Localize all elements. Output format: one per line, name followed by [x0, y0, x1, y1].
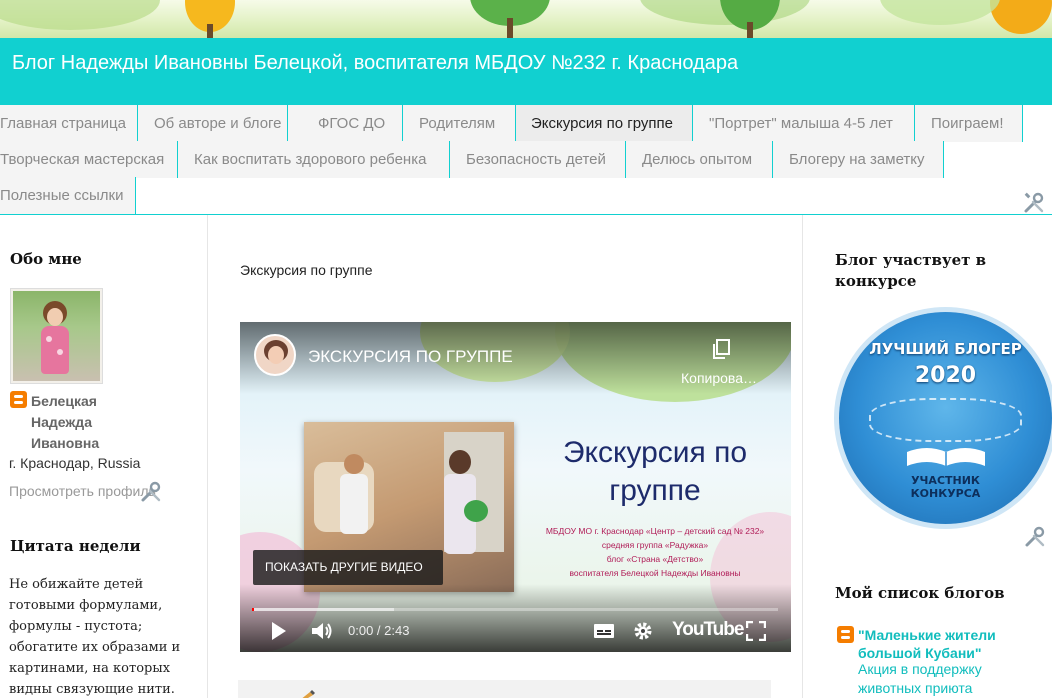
tab-group-tour[interactable]: Экскурсия по группе [516, 105, 693, 142]
author-name-link[interactable]: Белецкая Надежда Ивановна [31, 391, 127, 454]
tab-useful-links[interactable]: Полезные ссылки [0, 177, 136, 214]
blog-title[interactable]: Блог Надежды Ивановны Белецкой, воспитат… [12, 52, 738, 75]
edit-profile-icon[interactable] [140, 481, 162, 503]
progress-played [252, 608, 254, 611]
copy-link-label[interactable]: Копирова… [681, 370, 757, 386]
copy-icon[interactable] [710, 338, 732, 360]
blogger-icon [837, 626, 854, 643]
play-icon[interactable] [270, 621, 288, 641]
volume-icon[interactable] [311, 621, 335, 641]
edit-pages-icon[interactable] [1023, 192, 1045, 214]
caption-line2: средняя группа «Радужка» [601, 540, 709, 550]
quote-heading: Цитата недели [10, 537, 141, 555]
subtitles-icon[interactable] [593, 623, 615, 639]
tab-home[interactable]: Главная страница [0, 105, 138, 142]
pencil-icon [298, 686, 318, 698]
tab-parents[interactable]: Родителям [403, 105, 516, 142]
tab-sharing-experience[interactable]: Делюсь опытом [626, 141, 773, 178]
badge-bottom-line2: КОНКУРСА [910, 487, 981, 500]
caption-line1: МБДОУ МО г. Краснодар «Центр – детский с… [545, 526, 765, 536]
tab-about-author[interactable]: Об авторе и блоге [138, 105, 288, 142]
progress-bar[interactable] [252, 608, 778, 611]
video-overlay-caption: МБДОУ МО г. Краснодар «Центр – детский с… [520, 524, 790, 580]
tab-fgos[interactable]: ФГОС ДО [288, 105, 403, 142]
youtube-video-player[interactable]: ЭКСКУРСИЯ ПО ГРУППЕ Копирова… Экскурсия … [240, 322, 791, 652]
page-tabs-nav: Главная страница Об авторе и блоге ФГОС … [0, 105, 1052, 215]
profile-photo [13, 291, 100, 381]
view-profile-link[interactable]: Просмотреть профиль [9, 483, 156, 499]
left-sidebar: Обо мне Белецкая Надежда Ивановна г. Кра… [0, 215, 208, 698]
bloglist-item-title[interactable]: "Маленькие жители большой Кубани" [858, 626, 1043, 662]
gear-icon[interactable] [633, 621, 653, 641]
post-area: Экскурсия по группе ЭКСКУРСИЯ ПО ГРУППЕ … [222, 248, 802, 698]
caption-line3: блог «Страна «Детство» [606, 554, 704, 564]
overlay-heading-line1: Экскурсия по [562, 436, 748, 469]
open-book-icon [903, 442, 989, 470]
contest-badge-image[interactable]: ЛУЧШИЙ БЛОГЕР 2020 УЧАСТНИК КОНКУРСА [839, 312, 1052, 524]
header-banner-image [0, 0, 1052, 40]
video-controls [240, 584, 791, 652]
badge-bottom-text: УЧАСТНИК КОНКУРСА [839, 474, 1052, 500]
about-me-heading: Обо мне [10, 250, 82, 268]
progress-buffered [252, 608, 394, 611]
quote-text: Не обижайте детей готовыми формулами, фо… [9, 577, 181, 697]
right-sidebar: Блог участвует в конкурсе ЛУЧШИЙ БЛОГЕР … [802, 215, 1052, 698]
edit-contest-widget-icon[interactable] [1024, 526, 1046, 548]
author-location: г. Краснодар, Russia [9, 455, 141, 471]
tab-child-portrait[interactable]: "Портрет" малыша 4-5 лет [693, 105, 915, 142]
more-videos-button[interactable]: ПОКАЗАТЬ ДРУГИЕ ВИДЕО [253, 550, 443, 585]
tab-creative-workshop[interactable]: Творческая мастерская [0, 141, 178, 178]
video-time: 0:00 / 2:43 [348, 623, 410, 638]
tab-blogger-notes[interactable]: Блогеру на заметку [773, 141, 944, 178]
badge-top-text: ЛУЧШИЙ БЛОГЕР [869, 340, 1022, 358]
tab-lets-play[interactable]: Поиграем! [915, 105, 1023, 142]
badge-year: 2020 [914, 363, 977, 388]
blog-header: Блог Надежды Ивановны Белецкой, воспитат… [0, 38, 1052, 105]
video-title[interactable]: ЭКСКУРСИЯ ПО ГРУППЕ [308, 347, 513, 367]
overlay-heading-line2: группе [609, 474, 701, 507]
tab-healthy-child[interactable]: Как воспитать здорового ребенка [178, 141, 450, 178]
tab-child-safety[interactable]: Безопасность детей [450, 141, 626, 178]
post-title: Экскурсия по группе [240, 262, 373, 278]
fullscreen-icon[interactable] [745, 620, 767, 642]
badge-bottom-line1: УЧАСТНИК [911, 474, 980, 487]
bloglist-heading: Мой список блогов [835, 584, 1005, 602]
avatar[interactable] [10, 288, 103, 384]
contest-heading: Блог участвует в конкурсе [835, 251, 987, 290]
caption-line4: воспитателя Белецкой Надежды Ивановны [569, 568, 741, 578]
youtube-logo[interactable]: YouTube [672, 619, 744, 641]
video-overlay-heading: Экскурсия по группе [540, 434, 770, 510]
blogger-icon [10, 391, 27, 408]
channel-avatar[interactable] [254, 334, 296, 376]
bloglist-item-latest[interactable]: Акция в поддержку животных приюта [858, 660, 1028, 698]
